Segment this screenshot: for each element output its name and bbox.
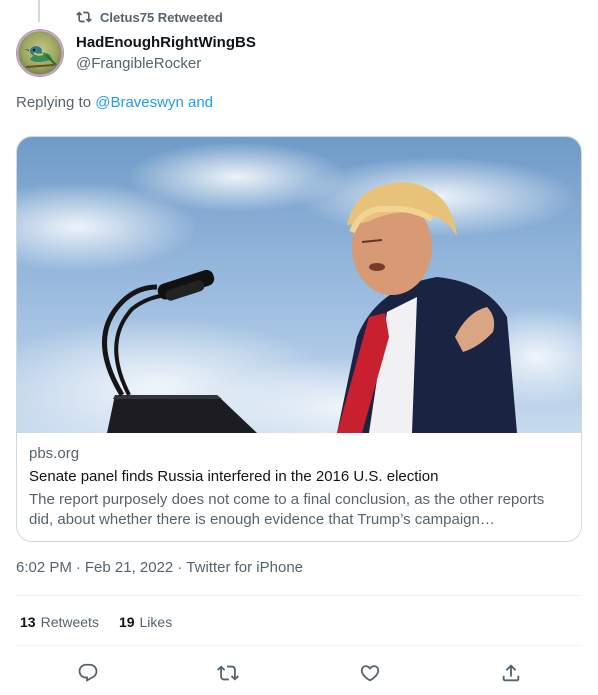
reply-icon: [78, 663, 98, 682]
retweet-icon: [76, 11, 92, 23]
avatar[interactable]: [16, 29, 64, 77]
retweet-button[interactable]: [211, 656, 245, 690]
author-display-name[interactable]: HadEnoughRightWingBS: [76, 33, 256, 53]
meta-separator: ·: [177, 559, 183, 576]
share-icon: [502, 664, 520, 682]
card-description: The report purposely does not come to a …: [29, 490, 569, 530]
card-description-text: The report purposely does not come to a …: [29, 491, 545, 528]
author-handle[interactable]: @FrangibleRocker: [76, 54, 256, 74]
share-button[interactable]: [494, 656, 528, 690]
engagement-stats: 13 Retweets 19 Likes: [20, 612, 172, 632]
reply-button[interactable]: [71, 656, 105, 690]
tweet-source[interactable]: Twitter for iPhone: [186, 558, 303, 578]
likes-count: 19: [118, 614, 135, 630]
reply-mention-link[interactable]: @Braveswyn and: [95, 94, 213, 111]
card-text[interactable]: pbs.org Senate panel finds Russia interf…: [29, 444, 569, 530]
meta-separator: ·: [75, 559, 81, 576]
replying-to: Replying to @Braveswyn and: [16, 93, 213, 113]
like-button[interactable]: [353, 656, 387, 690]
author-block[interactable]: HadEnoughRightWingBS @FrangibleRocker: [76, 33, 256, 74]
divider: [16, 595, 582, 596]
retweets-label: Retweets: [40, 614, 99, 630]
card-domain: pbs.org: [29, 445, 80, 462]
retweets-count: 13: [20, 614, 36, 630]
link-card[interactable]: pbs.org Senate panel finds Russia interf…: [16, 136, 582, 542]
tweet-meta: 6:02 PM · Feb 21, 2022 · Twitter for iPh…: [16, 558, 303, 578]
tweet-date[interactable]: Feb 21, 2022: [85, 558, 173, 578]
retweet-context: Cletus75 Retweeted: [76, 9, 223, 25]
action-bar: [16, 656, 582, 688]
card-title: Senate panel finds Russia interfered in …: [29, 468, 439, 485]
likes-label: Likes: [139, 614, 173, 630]
divider: [16, 645, 582, 646]
tweet-time[interactable]: 6:02 PM: [16, 558, 72, 578]
retweets-stat[interactable]: 13 Retweets: [20, 612, 99, 632]
retweet-context-text[interactable]: Cletus75 Retweeted: [100, 10, 223, 25]
replying-to-label: Replying to: [16, 94, 96, 111]
thread-connector-line: [38, 0, 40, 22]
card-image[interactable]: [17, 137, 581, 457]
retweet-icon: [217, 665, 239, 681]
like-icon: [360, 665, 380, 682]
likes-stat[interactable]: 19 Likes: [119, 612, 172, 632]
